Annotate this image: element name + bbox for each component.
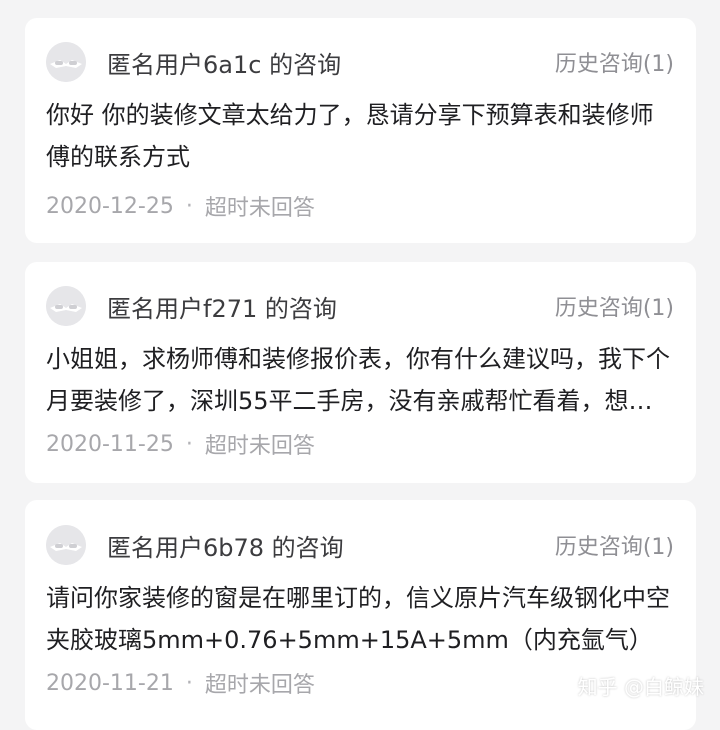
consultation-status: 超时未回答	[204, 196, 315, 221]
consultation-card[interactable]: 匿名用户6a1c 的咨询 历史咨询(1) 你好 你的装修文章太给力了，恳请分享下…	[25, 18, 696, 243]
consultation-status: 超时未回答	[204, 434, 315, 459]
user-title: 匿名用户6a1c 的咨询	[107, 50, 342, 79]
zhihu-watermark: 知乎 @白鲸妹	[577, 675, 704, 699]
user-title: 匿名用户6b78 的咨询	[107, 533, 344, 562]
meta-separator: ·	[185, 431, 193, 457]
meta-separator: ·	[185, 670, 193, 696]
consultation-date: 2020-11-21	[46, 670, 174, 696]
user-title: 匿名用户f271 的咨询	[107, 294, 337, 323]
question-text: 你好 你的装修文章太给力了，恳请分享下预算表和装修师傅的联系方式	[46, 101, 654, 171]
anonymous-avatar-icon	[46, 525, 86, 565]
card-header: 匿名用户f271 的咨询 历史咨询(1)	[46, 284, 674, 328]
card-header: 匿名用户6b78 的咨询 历史咨询(1)	[46, 523, 674, 567]
history-consultation-link[interactable]: 历史咨询(1)	[555, 529, 674, 561]
consultation-date: 2020-11-25	[46, 431, 174, 457]
card-header: 匿名用户6a1c 的咨询 历史咨询(1)	[46, 40, 674, 84]
consultation-date: 2020-12-25	[46, 193, 174, 219]
card-meta: 2020-11-25 · 超时未回答	[46, 422, 674, 466]
consultation-status: 超时未回答	[204, 673, 315, 698]
question-text: 小姐姐，求杨师傅和装修报价表，你有什么建议吗，我下个月要装修了，深圳55平二手房…	[46, 345, 670, 415]
card-meta: 2020-12-25 · 超时未回答	[46, 184, 674, 228]
history-consultation-link[interactable]: 历史咨询(1)	[555, 46, 674, 78]
anonymous-avatar-icon	[46, 286, 86, 326]
consultation-card[interactable]: 匿名用户f271 的咨询 历史咨询(1) 小姐姐，求杨师傅和装修报价表，你有什么…	[25, 262, 696, 483]
meta-separator: ·	[185, 193, 193, 219]
anonymous-avatar-icon	[46, 42, 86, 82]
history-consultation-link[interactable]: 历史咨询(1)	[555, 290, 674, 322]
question-text: 请问你家装修的窗是在哪里订的，信义原片汽车级钢化中空夹胶玻璃5mm+0.76+5…	[46, 584, 670, 654]
